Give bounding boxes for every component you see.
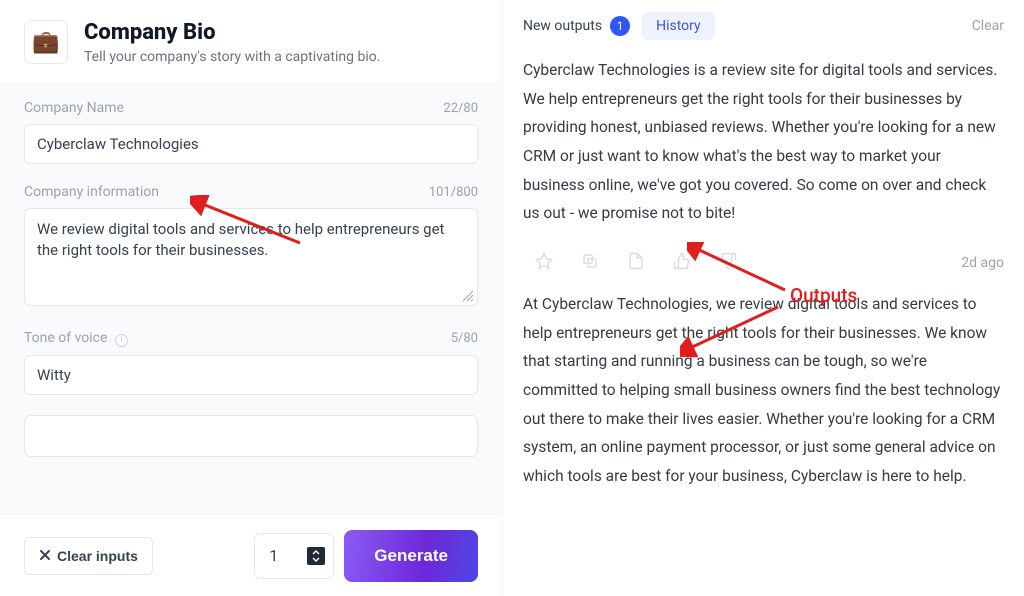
truncated-next-field <box>24 415 478 457</box>
tab-new-label: New outputs <box>523 18 602 34</box>
company-name-label: Company Name <box>24 100 124 116</box>
clear-inputs-button[interactable]: Clear inputs <box>24 537 153 575</box>
company-info-textarea[interactable]: We review digital tools and services to … <box>24 208 478 306</box>
thumbs-down-icon[interactable] <box>719 252 737 274</box>
x-icon <box>39 548 51 564</box>
company-info-label: Company information <box>24 184 159 200</box>
company-name-input[interactable] <box>24 124 478 164</box>
document-icon[interactable] <box>627 252 645 274</box>
tab-new-outputs[interactable]: New outputs 1 <box>523 16 630 36</box>
output-timestamp: 2d ago <box>961 255 1004 271</box>
company-name-field: Company Name 22/80 <box>24 100 478 164</box>
output-item: At Cyberclaw Technologies, we review dig… <box>523 288 1004 509</box>
stepper-icon[interactable] <box>307 547 325 565</box>
info-icon: i <box>115 334 128 347</box>
left-panel: 💼 Company Bio Tell your company's story … <box>0 0 503 596</box>
tone-field: Tone of voice i 5/80 <box>24 330 478 395</box>
bottom-bar: Clear inputs 1 Generate <box>0 514 502 596</box>
thumbs-up-icon[interactable] <box>673 252 691 274</box>
quantity-value: 1 <box>269 546 278 565</box>
right-panel: New outputs 1 History Clear Cyberclaw Te… <box>503 0 1024 596</box>
output-action-row: 2d ago <box>523 246 1004 288</box>
output-item: Cyberclaw Technologies is a review site … <box>523 54 1004 246</box>
outputs-list: Cyberclaw Technologies is a review site … <box>523 54 1004 596</box>
tone-count: 5/80 <box>451 331 478 346</box>
company-info-field: Company information 101/800 We review di… <box>24 184 478 310</box>
company-name-count: 22/80 <box>443 101 478 116</box>
generate-button[interactable]: Generate <box>344 530 478 582</box>
clear-inputs-label: Clear inputs <box>57 548 138 564</box>
clear-outputs-button[interactable]: Clear <box>972 18 1004 34</box>
page-subtitle: Tell your company's story with a captiva… <box>84 49 380 65</box>
copy-icon[interactable] <box>581 252 599 274</box>
star-icon[interactable] <box>535 252 553 274</box>
company-info-count: 101/800 <box>429 185 478 200</box>
tone-input[interactable] <box>24 355 478 395</box>
tone-label: Tone of voice i <box>24 330 128 347</box>
new-outputs-count-badge: 1 <box>610 16 630 36</box>
output-tabs: New outputs 1 History Clear <box>523 12 1004 40</box>
tool-header: 💼 Company Bio Tell your company's story … <box>0 0 502 83</box>
tab-history[interactable]: History <box>642 12 715 40</box>
briefcase-icon: 💼 <box>24 20 68 64</box>
quantity-stepper[interactable]: 1 <box>254 533 334 579</box>
page-title: Company Bio <box>84 20 380 45</box>
